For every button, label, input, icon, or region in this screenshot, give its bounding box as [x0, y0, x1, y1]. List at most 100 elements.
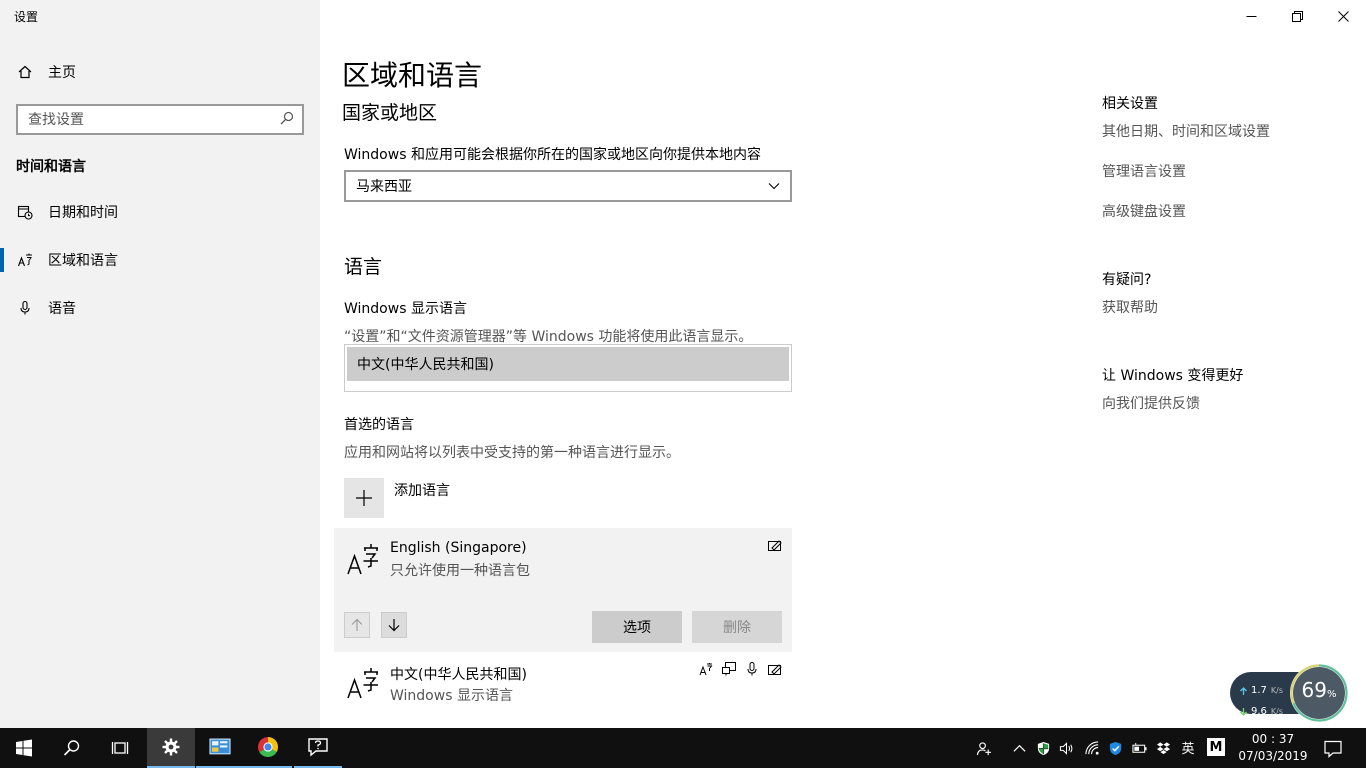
- home-icon: [16, 64, 34, 80]
- nav-home-label: 主页: [48, 65, 76, 81]
- display-language-description: “设置”和“文件资源管理器”等 Windows 功能将使用此语言显示。: [344, 329, 753, 345]
- wifi-icon[interactable]: [1084, 740, 1100, 756]
- sidebar: 设置 主页 时间和语言 日期和时间 区域和语言 语音: [0, 0, 320, 728]
- taskbar-clock[interactable]: 00 : 37 07/03/2019: [1234, 731, 1312, 765]
- related-link-advanced-keyboard[interactable]: 高级键盘设置: [1102, 201, 1186, 221]
- sidebar-item-date-time[interactable]: 日期和时间: [0, 192, 320, 232]
- language-heading: 语言: [344, 256, 383, 278]
- sidebar-item-region-language[interactable]: 区域和语言: [0, 240, 320, 280]
- calendar-clock-icon: [16, 204, 34, 220]
- sidebar-section-label: 时间和语言: [16, 159, 86, 175]
- feedback-hub-icon: [308, 738, 328, 757]
- search-input[interactable]: [28, 111, 280, 128]
- control-panel-icon: [209, 738, 231, 754]
- related-settings-heading: 相关设置: [1102, 96, 1158, 112]
- taskbar-chrome-app[interactable]: [244, 728, 292, 768]
- taskbar-feedback-app[interactable]: [294, 728, 342, 768]
- text-to-speech-icon: [722, 662, 736, 676]
- download-arrow-icon: [1240, 707, 1247, 716]
- close-icon: [1337, 10, 1349, 22]
- language-item-chinese[interactable]: 中文(中华人民共和国) Windows 显示语言: [334, 652, 792, 712]
- language-pack-icon: [699, 663, 713, 676]
- get-help-link[interactable]: 获取帮助: [1102, 297, 1158, 317]
- handwriting-icon: [768, 664, 782, 675]
- memory-usage-percent: 69%: [1301, 678, 1337, 702]
- remove-button[interactable]: 删除: [692, 611, 782, 643]
- language-glyph-icon: [347, 668, 378, 699]
- people-icon[interactable]: [975, 740, 991, 756]
- window-controls: [1228, 0, 1366, 32]
- preferred-language-label: 首选的语言: [344, 417, 414, 433]
- sidebar-item-label: 语音: [48, 301, 76, 317]
- task-view-button[interactable]: [96, 728, 144, 768]
- chevron-down-icon: [768, 183, 780, 190]
- task-view-icon: [111, 742, 129, 754]
- taskbar: 英 M 00 : 37 07/03/2019: [0, 728, 1366, 768]
- language-name: English (Singapore): [390, 540, 527, 556]
- network-speed-widget[interactable]: 1.7 K/s 9.6 K/s 69%: [1230, 662, 1350, 722]
- country-description: Windows 和应用可能会根据你所在的国家或地区向你提供本地内容: [344, 147, 761, 163]
- tray-app-m[interactable]: M: [1207, 738, 1225, 756]
- give-feedback-link[interactable]: 向我们提供反馈: [1102, 393, 1200, 413]
- taskbar-control-panel-app[interactable]: [196, 728, 244, 768]
- move-up-button[interactable]: [344, 612, 370, 638]
- taskbar-settings-app[interactable]: [147, 728, 195, 768]
- volume-icon[interactable]: [1058, 740, 1074, 756]
- minimize-button[interactable]: [1228, 0, 1274, 32]
- country-heading: 国家或地区: [342, 102, 438, 124]
- battery-icon[interactable]: [1131, 740, 1147, 756]
- microphone-icon: [16, 300, 34, 316]
- language-item-english[interactable]: English (Singapore) 只允许使用一种语言包 选项 删除: [334, 528, 792, 652]
- security-shield-icon[interactable]: [1035, 740, 1051, 756]
- selected-indicator: [0, 248, 4, 272]
- arrow-down-icon: [388, 619, 400, 632]
- input-method-indicator[interactable]: 英: [1180, 739, 1196, 757]
- related-link-manage-language[interactable]: 管理语言设置: [1102, 161, 1186, 181]
- search-icon: [63, 740, 80, 756]
- main-content: 区域和语言 国家或地区 Windows 和应用可能会根据你所在的国家或地区向你提…: [320, 0, 1366, 728]
- search-box[interactable]: [16, 104, 304, 135]
- language-features: [699, 662, 782, 676]
- notification-center-icon[interactable]: [1324, 740, 1342, 758]
- add-language-label: 添加语言: [394, 483, 450, 499]
- taskbar-search-button[interactable]: [48, 728, 96, 768]
- language-icon: [16, 252, 34, 268]
- language-glyph-icon: [347, 544, 378, 575]
- country-selected-value: 马来西亚: [356, 179, 412, 195]
- speech-recognition-icon: [747, 662, 757, 676]
- nav-home[interactable]: 主页: [0, 52, 320, 92]
- country-dropdown[interactable]: 马来西亚: [344, 170, 792, 202]
- add-language-button[interactable]: 添加语言: [344, 478, 450, 518]
- display-language-label: Windows 显示语言: [344, 301, 467, 317]
- restore-button[interactable]: [1274, 0, 1320, 32]
- plus-icon: [344, 478, 384, 518]
- minimize-icon: [1246, 15, 1256, 17]
- preferred-language-description: 应用和网站将以列表中受支持的第一种语言进行显示。: [344, 445, 680, 461]
- restore-icon: [1291, 10, 1303, 22]
- page-title: 区域和语言: [342, 59, 483, 92]
- arrow-up-icon: [351, 618, 363, 631]
- dropbox-icon[interactable]: [1155, 740, 1171, 756]
- download-speed: 9.6 K/s: [1240, 706, 1283, 717]
- chrome-icon: [258, 737, 278, 757]
- windows-logo-icon: [16, 739, 32, 757]
- clock-date: 07/03/2019: [1238, 749, 1308, 763]
- upload-arrow-icon: [1240, 686, 1247, 695]
- app-title: 设置: [14, 10, 39, 24]
- sidebar-item-label: 区域和语言: [48, 253, 118, 269]
- display-language-dropdown[interactable]: 中文(中华人民共和国): [344, 344, 792, 392]
- sidebar-item-speech[interactable]: 语音: [0, 288, 320, 328]
- language-subtitle: Windows 显示语言: [390, 688, 513, 704]
- display-language-selected[interactable]: 中文(中华人民共和国): [347, 347, 789, 381]
- related-link-date-time-region[interactable]: 其他日期、时间和区域设置: [1102, 121, 1270, 141]
- handwriting-icon: [768, 540, 782, 551]
- move-down-button[interactable]: [381, 612, 407, 638]
- close-button[interactable]: [1320, 0, 1366, 32]
- clock-time: 00 : 37: [1251, 732, 1295, 746]
- options-button[interactable]: 选项: [592, 611, 682, 643]
- upload-speed: 1.7 K/s: [1240, 685, 1283, 696]
- search-icon[interactable]: [280, 110, 294, 129]
- chevron-up-icon[interactable]: [1011, 740, 1027, 756]
- antivirus-shield-icon[interactable]: [1107, 740, 1123, 756]
- start-button[interactable]: [0, 728, 48, 768]
